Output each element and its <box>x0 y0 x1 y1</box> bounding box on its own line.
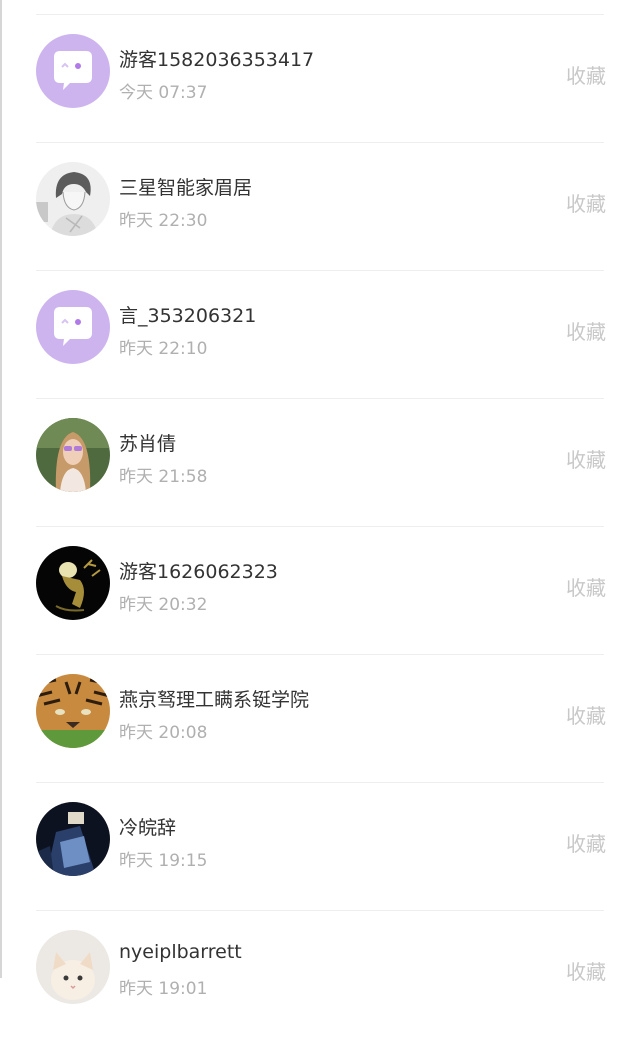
contact-name: nyeiplbarrett <box>119 941 242 963</box>
contact-name: 冷皖辞 <box>119 817 177 839</box>
favorite-button[interactable]: 收藏 <box>566 700 606 729</box>
contact-time: 昨天 20:32 <box>119 595 208 615</box>
favorite-button[interactable]: 收藏 <box>566 956 606 985</box>
contact-row[interactable]: 游客1582036353417 今天 07:37 收藏 <box>0 15 640 143</box>
contact-row[interactable]: 燕京驽理工瞒系铤学院 昨天 20:08 收藏 <box>0 655 640 783</box>
favorite-button[interactable]: 收藏 <box>566 572 606 601</box>
contact-name: 游客1626062323 <box>119 561 278 583</box>
contact-row[interactable]: nyeiplbarrett 昨天 19:01 收藏 <box>0 911 640 1039</box>
avatar <box>36 930 110 1004</box>
contact-time: 昨天 22:30 <box>119 211 208 231</box>
contact-time: 昨天 22:10 <box>119 339 208 359</box>
contact-time: 昨天 21:58 <box>119 467 208 487</box>
chat-bubble-icon <box>36 290 110 364</box>
contact-time: 今天 07:37 <box>119 83 208 103</box>
favorite-button[interactable]: 收藏 <box>566 444 606 473</box>
contact-time: 昨天 20:08 <box>119 723 208 743</box>
avatar <box>36 674 110 748</box>
contact-name: 三星智能家眉居 <box>119 177 253 199</box>
avatar <box>36 802 110 876</box>
favorite-button[interactable]: 收藏 <box>566 188 606 217</box>
contact-row[interactable]: 言_353206321 昨天 22:10 收藏 <box>0 271 640 399</box>
avatar <box>36 546 110 620</box>
contact-row[interactable]: 冷皖辞 昨天 19:15 收藏 <box>0 783 640 911</box>
avatar <box>36 418 110 492</box>
contact-name: 燕京驽理工瞒系铤学院 <box>119 689 310 711</box>
contact-row[interactable]: 三星智能家眉居 昨天 22:30 收藏 <box>0 143 640 271</box>
favorite-button[interactable]: 收藏 <box>566 60 606 89</box>
contact-name: 言_353206321 <box>119 305 257 327</box>
chat-bubble-icon <box>36 34 110 108</box>
favorite-button[interactable]: 收藏 <box>566 316 606 345</box>
avatar <box>36 162 110 236</box>
contact-row[interactable]: 游客1626062323 昨天 20:32 收藏 <box>0 527 640 655</box>
contact-row[interactable]: 苏肖倩 昨天 21:58 收藏 <box>0 399 640 527</box>
contact-time: 昨天 19:15 <box>119 851 208 871</box>
favorite-button[interactable]: 收藏 <box>566 828 606 857</box>
contact-name: 苏肖倩 <box>119 433 177 455</box>
contact-name: 游客1582036353417 <box>119 49 315 71</box>
